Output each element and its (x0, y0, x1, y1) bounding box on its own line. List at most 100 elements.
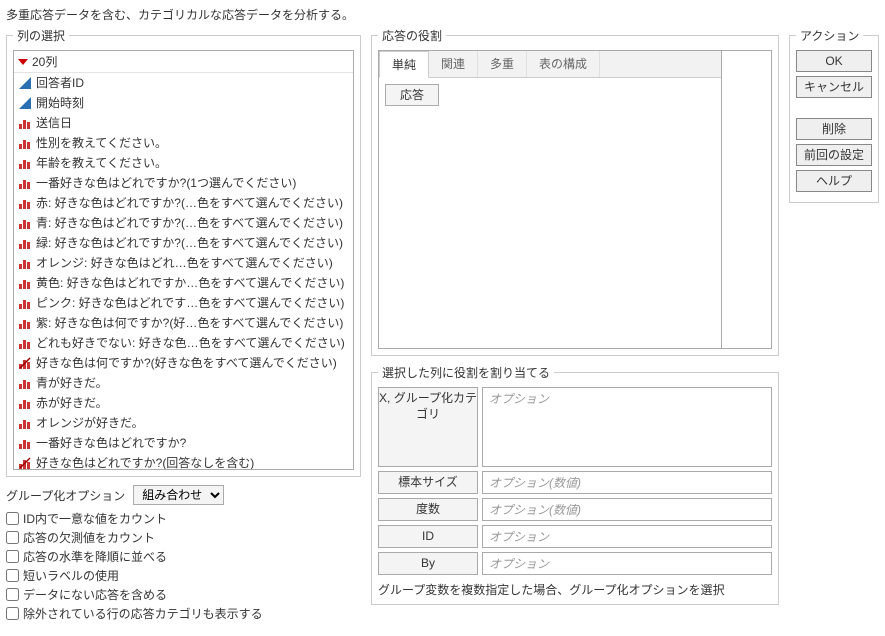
modeling-type-icon (18, 416, 32, 430)
column-item-label: 好きな色は何ですか?(好きな色をすべて選んでください) (36, 354, 337, 372)
column-item-label: 赤が好きだ。 (36, 394, 108, 412)
column-item[interactable]: 青が好きだ。 (14, 373, 353, 393)
assign-role-button[interactable]: By (378, 552, 478, 575)
grouping-check[interactable]: ID内で一意な値をカウント (6, 509, 361, 528)
modeling-type-icon (18, 116, 32, 130)
grouping-check-input[interactable] (6, 531, 19, 544)
assign-drop-target[interactable]: オプション(数値) (482, 498, 772, 521)
modeling-type-icon (18, 176, 32, 190)
column-item[interactable]: オレンジ: 好きな色はどれ…色をすべて選んでください) (14, 253, 353, 273)
help-button[interactable]: ヘルプ (796, 170, 872, 192)
column-item[interactable]: 赤: 好きな色はどれですか?(…色をすべて選んでください) (14, 193, 353, 213)
tab-simple[interactable]: 単純 (379, 51, 429, 78)
column-item[interactable]: 性別を教えてください。 (14, 133, 353, 153)
grouping-check-label: データにない応答を含める (23, 586, 167, 603)
modeling-type-icon (18, 156, 32, 170)
modeling-type-icon (18, 456, 32, 470)
dropdown-icon (18, 59, 28, 65)
column-list-header[interactable]: 20列 (14, 51, 353, 73)
grouping-check-label: 応答の水準を降順に並べる (23, 548, 167, 565)
grouping-check[interactable]: 応答の水準を降順に並べる (6, 547, 361, 566)
grouping-check[interactable]: 短いラベルの使用 (6, 566, 361, 585)
response-button[interactable]: 応答 (385, 84, 439, 106)
grouping-check-input[interactable] (6, 512, 19, 525)
assign-row: IDオプション (378, 525, 772, 548)
modeling-type-icon (18, 356, 32, 370)
column-item[interactable]: ピンク: 好きな色はどれです…色をすべて選んでください) (14, 293, 353, 313)
grouping-check-input[interactable] (6, 569, 19, 582)
role-tabs: 単純 関連 多重 表の構成 (379, 51, 721, 78)
assign-row: Byオプション (378, 552, 772, 575)
column-item[interactable]: どれも好きでない: 好きな色…色をすべて選んでください) (14, 333, 353, 353)
ok-button[interactable]: OK (796, 50, 872, 72)
modeling-type-icon (18, 136, 32, 150)
modeling-type-icon (18, 96, 32, 110)
tab-related[interactable]: 関連 (429, 51, 478, 77)
column-item[interactable]: 開始時刻 (14, 93, 353, 113)
column-item-label: 年齢を教えてください。 (36, 154, 167, 172)
modeling-type-icon (18, 376, 32, 390)
grouping-check[interactable]: データにない応答を含める (6, 585, 361, 604)
grouping-check-label: 応答の欠測値をカウント (23, 529, 155, 546)
grouping-combo[interactable]: 組み合わせ (133, 485, 224, 505)
column-item[interactable]: 年齢を教えてください。 (14, 153, 353, 173)
assign-legend: 選択した列に役割を割り当てる (378, 364, 554, 381)
delete-button[interactable]: 削除 (796, 118, 872, 140)
assign-role-button[interactable]: ID (378, 525, 478, 548)
grouping-check-label: 短いラベルの使用 (23, 567, 119, 584)
grouping-check-label: 除外されている行の応答カテゴリも表示する (23, 605, 263, 622)
grouping-check-input[interactable] (6, 607, 19, 620)
column-item[interactable]: 緑: 好きな色はどれですか?(…色をすべて選んでください) (14, 233, 353, 253)
column-item-label: 青が好きだ。 (36, 374, 108, 392)
column-item-label: 青: 好きな色はどれですか?(…色をすべて選んでください) (36, 214, 343, 232)
assign-note: グループ変数を複数指定した場合、グループ化オプションを選択 (378, 581, 772, 598)
column-count-label: 20列 (32, 53, 57, 70)
column-item[interactable]: 好きな色は何ですか?(好きな色をすべて選んでください) (14, 353, 353, 373)
grouping-check-input[interactable] (6, 550, 19, 563)
grouping-options: グループ化オプション 組み合わせ ID内で一意な値をカウント応答の欠測値をカウン… (6, 485, 361, 623)
assign-drop-target[interactable]: オプション (482, 387, 772, 467)
assign-row: X, グループ化カテゴリオプション (378, 387, 772, 467)
description-text: 多重応答データを含む、カテゴリカルな応答データを分析する。 (6, 6, 879, 23)
recall-button[interactable]: 前回の設定 (796, 144, 872, 166)
column-item[interactable]: 赤が好きだ。 (14, 393, 353, 413)
column-item[interactable]: 紫: 好きな色は何ですか?(好…色をすべて選んでください) (14, 313, 353, 333)
column-item[interactable]: 黄色: 好きな色はどれですか…色をすべて選んでください) (14, 273, 353, 293)
column-item-label: 一番好きな色はどれですか? (36, 434, 186, 452)
column-item[interactable]: 青: 好きな色はどれですか?(…色をすべて選んでください) (14, 213, 353, 233)
column-item-label: ピンク: 好きな色はどれです…色をすべて選んでください) (36, 294, 344, 312)
assign-drop-target[interactable]: オプション (482, 552, 772, 575)
cancel-button[interactable]: キャンセル (796, 76, 872, 98)
role-side-panel (721, 51, 771, 348)
column-item[interactable]: 回答者ID (14, 73, 353, 93)
assign-role-button[interactable]: 度数 (378, 498, 478, 521)
assign-role-button[interactable]: 標本サイズ (378, 471, 478, 494)
column-item[interactable]: 好きな色はどれですか?(回答なしを含む) (14, 453, 353, 470)
column-item-label: オレンジ: 好きな色はどれ…色をすべて選んでください) (36, 254, 333, 272)
grouping-check[interactable]: 応答の欠測値をカウント (6, 528, 361, 547)
column-item-label: 赤: 好きな色はどれですか?(…色をすべて選んでください) (36, 194, 343, 212)
grouping-check[interactable]: 除外されている行の応答カテゴリも表示する (6, 604, 361, 623)
modeling-type-icon (18, 256, 32, 270)
column-item[interactable]: 一番好きな色はどれですか?(1つ選んでください) (14, 173, 353, 193)
column-item[interactable]: オレンジが好きだ。 (14, 413, 353, 433)
column-item[interactable]: 送信日 (14, 113, 353, 133)
tab-table[interactable]: 表の構成 (527, 51, 600, 77)
grouping-check-input[interactable] (6, 588, 19, 601)
column-list[interactable]: 20列 回答者ID 開始時刻送信日性別を教えてください。年齢を教えてください。一番… (13, 50, 354, 470)
column-item-label: 開始時刻 (36, 94, 84, 112)
modeling-type-icon (18, 336, 32, 350)
assign-drop-target[interactable]: オプション (482, 525, 772, 548)
column-item[interactable]: 一番好きな色はどれですか? (14, 433, 353, 453)
column-item-label: 一番好きな色はどれですか?(1つ選んでください) (36, 174, 296, 192)
tab-multiple[interactable]: 多重 (478, 51, 527, 77)
column-item-label: 回答者ID (36, 74, 84, 92)
modeling-type-icon (18, 196, 32, 210)
column-item-label: 緑: 好きな色はどれですか?(…色をすべて選んでください) (36, 234, 343, 252)
modeling-type-icon (18, 396, 32, 410)
assign-drop-target[interactable]: オプション(数値) (482, 471, 772, 494)
column-item-label: どれも好きでない: 好きな色…色をすべて選んでください) (36, 334, 345, 352)
response-role-legend: 応答の役割 (378, 27, 446, 44)
actions-legend: アクション (796, 27, 863, 44)
assign-role-button[interactable]: X, グループ化カテゴリ (378, 387, 478, 467)
